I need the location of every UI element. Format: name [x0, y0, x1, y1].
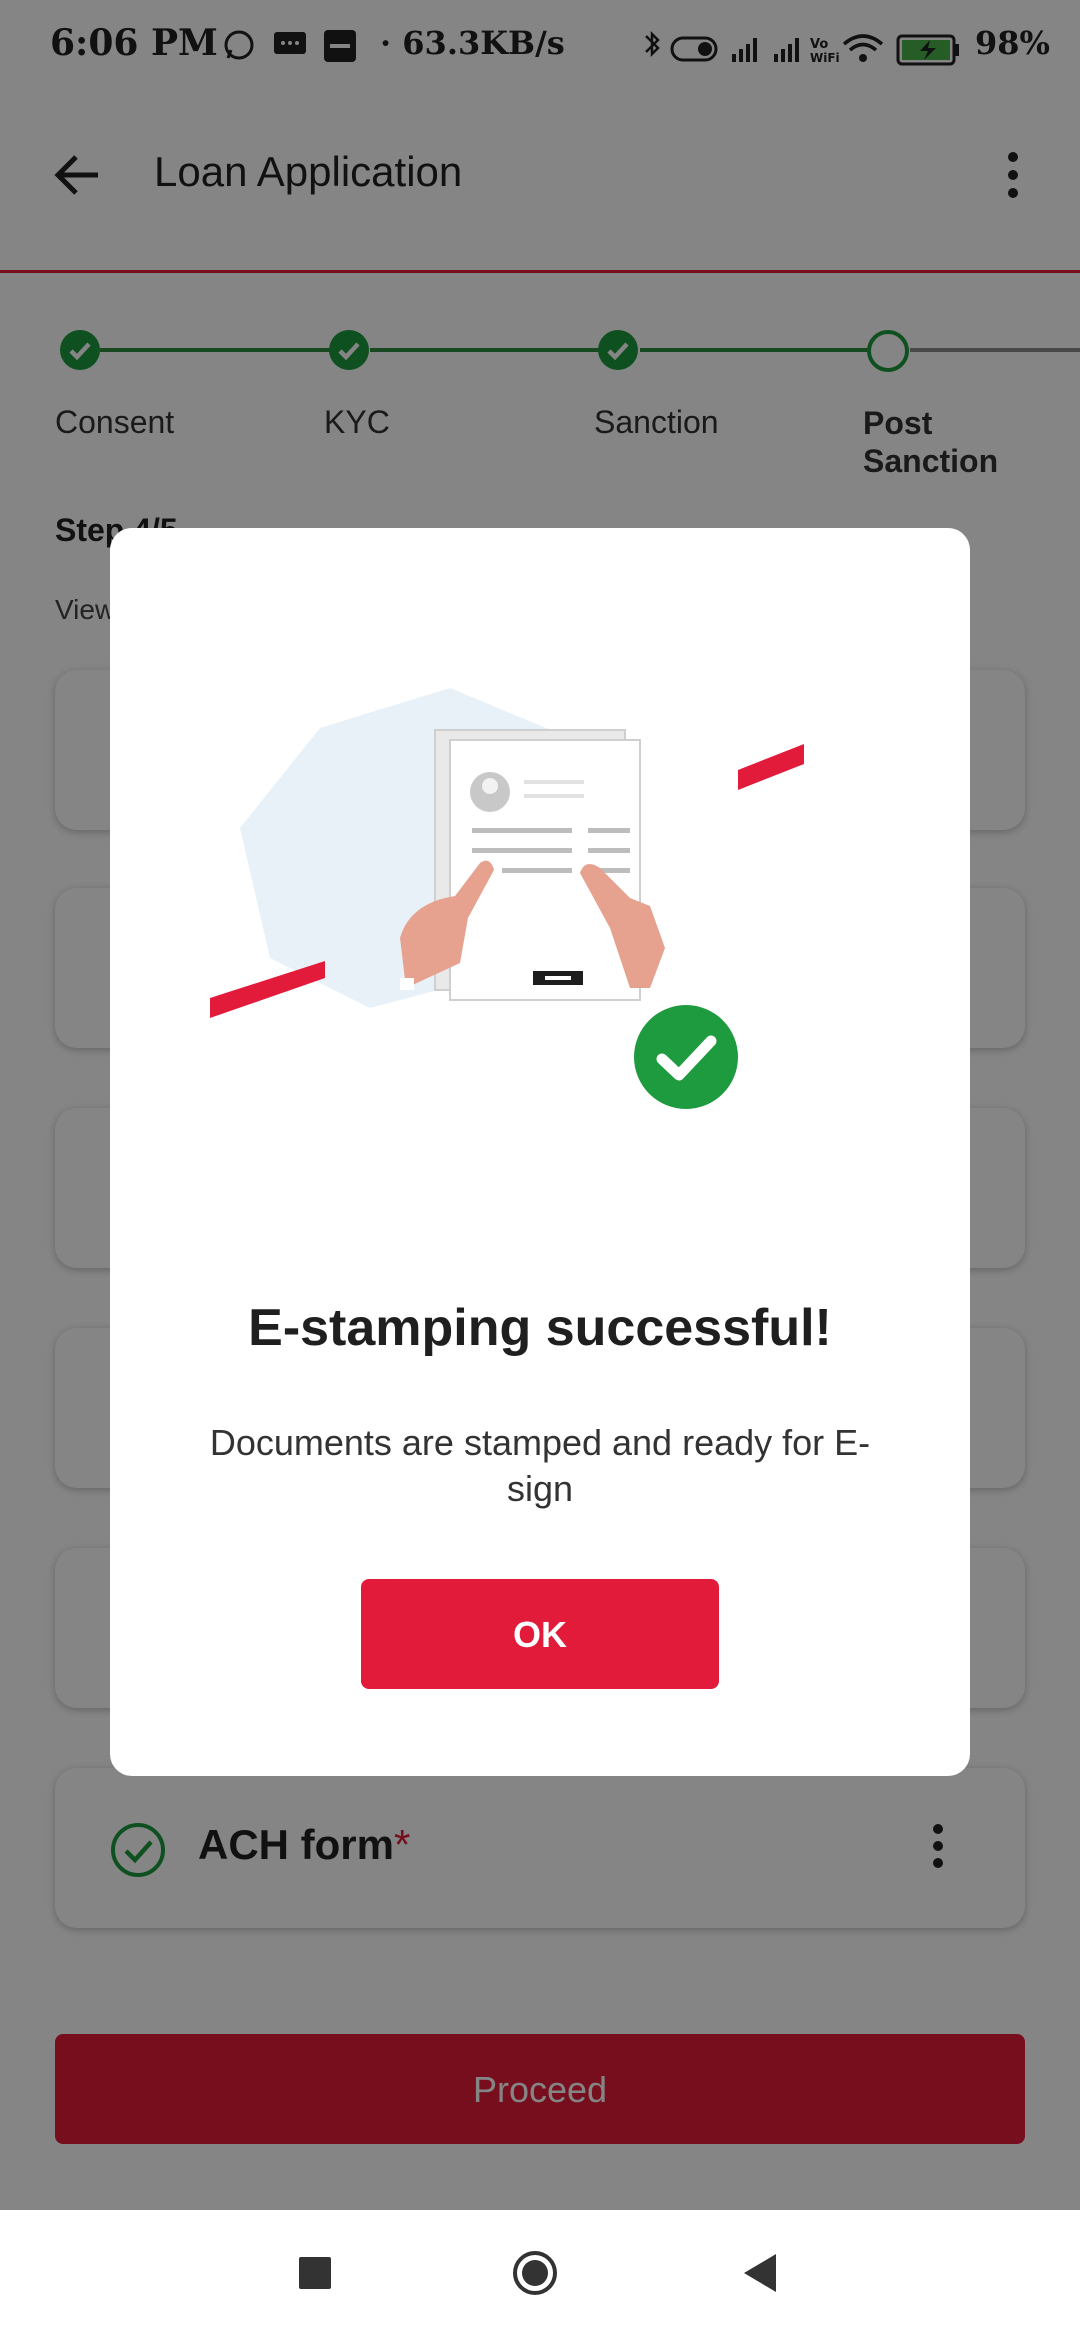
success-check-icon — [634, 1005, 738, 1109]
loan-application-screen: 6:06 PM · 63.3KB/s Vo WiFi 98% Loan Appl… — [0, 0, 1080, 2210]
recents-square-icon[interactable] — [299, 2257, 331, 2289]
document-signed-illustration — [210, 688, 804, 1018]
back-triangle-icon[interactable] — [742, 2252, 778, 2294]
dialog-message: Documents are stamped and ready for E-si… — [209, 1422, 871, 1509]
home-circle-icon[interactable] — [512, 2250, 558, 2296]
success-dialog: E-stamping successful! Documents are sta… — [110, 528, 970, 1776]
system-nav-bar — [0, 2210, 1080, 2340]
ok-button[interactable]: OK — [361, 1579, 719, 1689]
dialog-title: E-stamping successful! — [248, 1299, 832, 1357]
ok-label: OK — [513, 1614, 567, 1655]
